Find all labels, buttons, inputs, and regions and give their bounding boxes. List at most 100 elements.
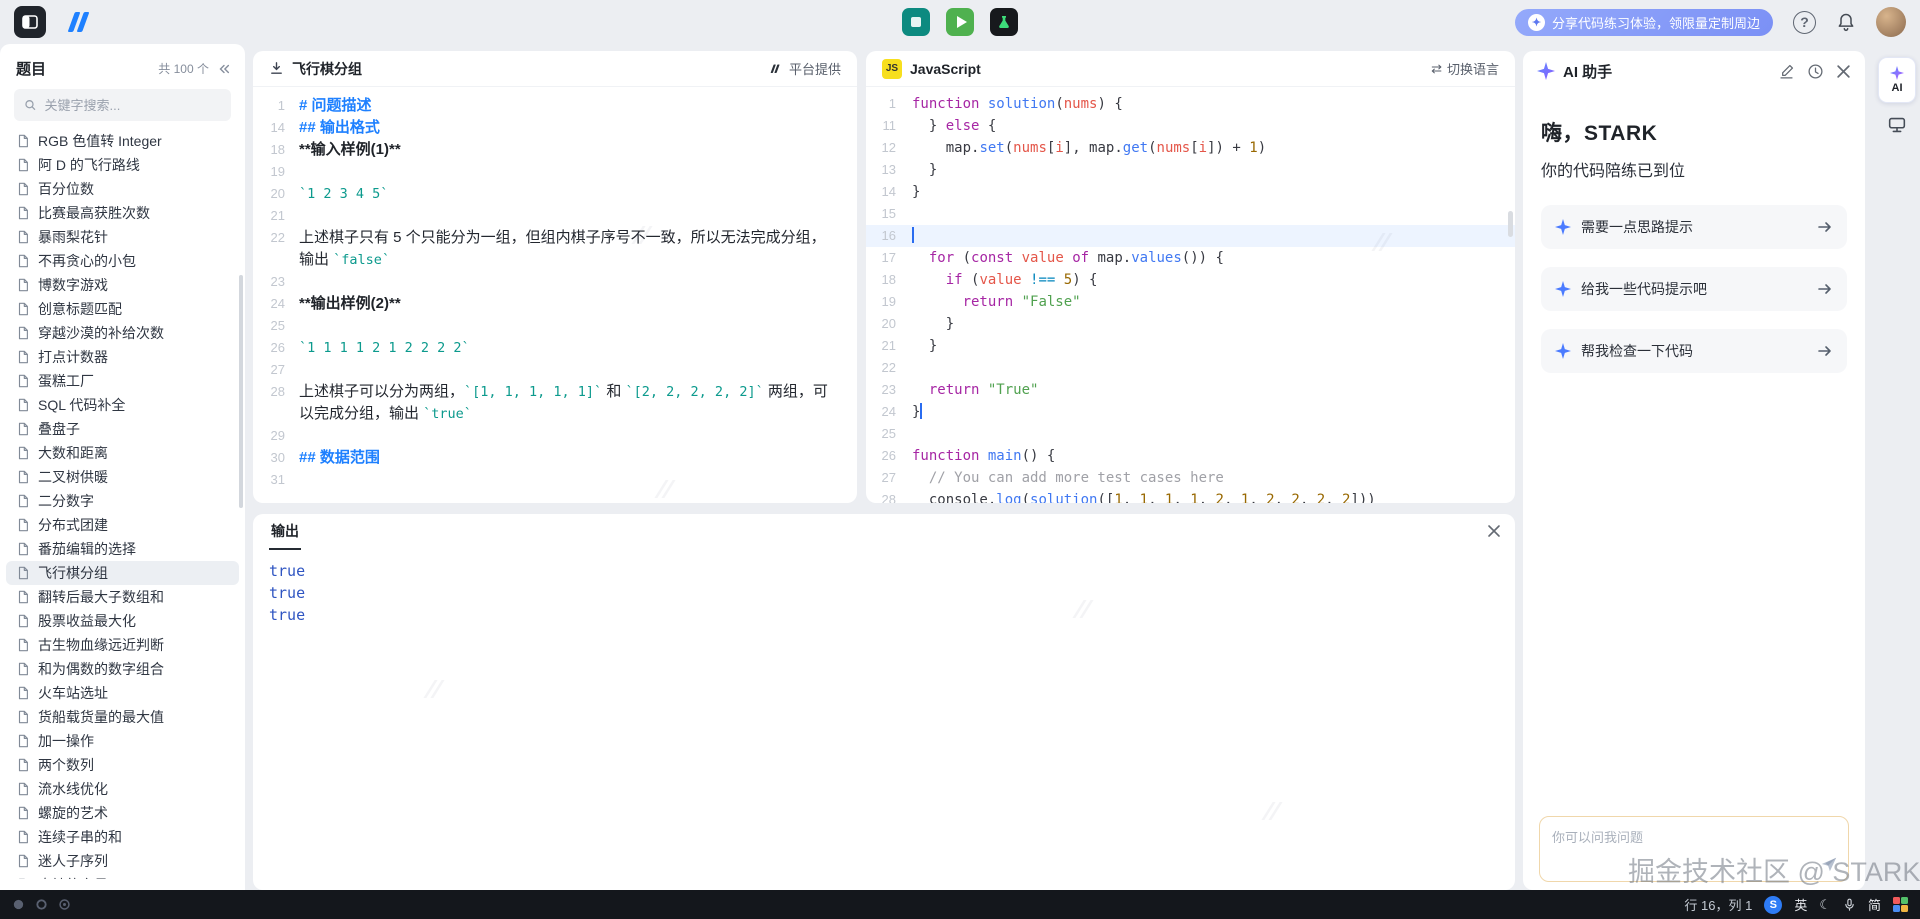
ai-suggestion-card[interactable]: 给我一些代码提示吧	[1541, 267, 1847, 311]
switch-language-button[interactable]: ⇄ 切换语言	[1431, 59, 1499, 78]
problem-sidebar: 题目 共 100 个 RGB 色值转 Integer阿 D 的飞行路线百分位数比…	[0, 44, 245, 890]
arrow-right-icon	[1817, 343, 1833, 359]
new-chat-icon[interactable]	[1778, 63, 1795, 80]
sidebar-item[interactable]: 股票收益最大化	[0, 609, 245, 633]
output-tab[interactable]: 输出	[269, 514, 301, 550]
editor-scrollbar[interactable]	[1508, 211, 1513, 237]
debug-button[interactable]	[990, 8, 1018, 36]
sidebar-scrollbar[interactable]	[239, 275, 243, 508]
sidebar-item[interactable]: 连续子串的和	[0, 825, 245, 849]
moon-icon[interactable]: ☾	[1819, 897, 1831, 913]
code-line: 23 return "True"	[866, 379, 1515, 401]
sidebar-item[interactable]: 蛋糕工厂	[0, 369, 245, 393]
sidebar-item[interactable]: 流水线优化	[0, 777, 245, 801]
sidebar-item-label: 比赛最高获胜次数	[38, 203, 150, 223]
search-input[interactable]	[45, 98, 221, 113]
sidebar-item[interactable]: 番茄编辑的选择	[0, 537, 245, 561]
search-box[interactable]	[14, 89, 231, 121]
sidebar-item[interactable]: 暴雨梨花针	[0, 225, 245, 249]
sidebar-item[interactable]: 古生物血缘远近判断	[0, 633, 245, 657]
document-icon	[16, 302, 30, 316]
ai-suggestion-card[interactable]: 帮我检查一下代码	[1541, 329, 1847, 373]
text-cursor	[912, 227, 914, 243]
collapse-sidebar-icon[interactable]	[217, 62, 231, 76]
run-button[interactable]	[946, 8, 974, 36]
sidebar-item[interactable]: SQL 代码补全	[0, 393, 245, 417]
ai-title: AI 助手	[1563, 61, 1770, 82]
sidebar-item[interactable]: 二分数字	[0, 489, 245, 513]
stop-button[interactable]	[902, 8, 930, 36]
javascript-badge-icon: JS	[882, 59, 902, 79]
line-number: 29	[253, 425, 299, 447]
sidebar-item[interactable]: 火车站选址	[0, 681, 245, 705]
sidebar-item[interactable]: 和为偶数的数字组合	[0, 657, 245, 681]
code-line: 21 }	[866, 335, 1515, 357]
sidebar-item-label: 奇妙的交易	[38, 875, 108, 879]
document-icon	[16, 686, 30, 700]
status-dot-icon[interactable]	[58, 898, 71, 911]
send-icon[interactable]	[1820, 855, 1838, 873]
history-icon[interactable]	[1807, 63, 1824, 80]
sidebar-item[interactable]: 翻转后最大子数组和	[0, 585, 245, 609]
status-indicator-icon[interactable]	[12, 898, 25, 911]
sidebar-item[interactable]: 加一操作	[0, 729, 245, 753]
sidebar-item[interactable]: 博数字游戏	[0, 273, 245, 297]
sidebar-item[interactable]: 货船载货量的最大值	[0, 705, 245, 729]
code-editor-body[interactable]: 1function solution(nums) {11 } else {12 …	[866, 87, 1515, 503]
sidebar-item[interactable]: 飞行棋分组	[6, 561, 239, 585]
line-number: 22	[253, 227, 299, 271]
sidebar-item[interactable]: 大数和距离	[0, 441, 245, 465]
ime-icon[interactable]: S	[1764, 896, 1782, 914]
sidebar-item[interactable]: 叠盘子	[0, 417, 245, 441]
close-output-icon[interactable]	[1487, 524, 1501, 538]
sidebar-item[interactable]: 奇妙的交易	[0, 873, 245, 879]
mic-icon[interactable]	[1843, 898, 1856, 911]
sidebar-item[interactable]: 分布式团建	[0, 513, 245, 537]
sidebar-item-label: 货船载货量的最大值	[38, 707, 164, 727]
line-number: 24	[866, 401, 912, 423]
sidebar-item[interactable]: 两个数列	[0, 753, 245, 777]
sidebar-item[interactable]: 阿 D 的飞行路线	[0, 153, 245, 177]
sidebar-item[interactable]: 穿越沙漠的补给次数	[0, 321, 245, 345]
sidebar-item[interactable]: 打点计数器	[0, 345, 245, 369]
line-number: 27	[866, 467, 912, 489]
promo-banner[interactable]: ✦ 分享代码练习体验，领限量定制周边	[1515, 9, 1773, 36]
sidebar-item[interactable]: 迷人子序列	[0, 849, 245, 873]
sidebar-item[interactable]: 比赛最高获胜次数	[0, 201, 245, 225]
problem-editor-body[interactable]: 1# 问题描述14## 输出格式18**输入样例(1)**1920`1 2 3 …	[253, 87, 857, 491]
user-avatar[interactable]	[1876, 7, 1906, 37]
notifications-button[interactable]	[1836, 12, 1856, 32]
arrow-right-icon	[1817, 219, 1833, 235]
sidebar-item-label: 分布式团建	[38, 515, 108, 535]
ime-simplified-toggle[interactable]: 简	[1868, 895, 1881, 914]
line-number: 21	[866, 335, 912, 357]
close-ai-panel-icon[interactable]	[1836, 64, 1851, 79]
sidebar-item-label: 阿 D 的飞行路线	[38, 155, 140, 175]
status-ring-icon[interactable]	[35, 898, 48, 911]
ai-suggestion-card[interactable]: 需要一点思路提示	[1541, 205, 1847, 249]
sidebar-item[interactable]: 二叉树供暖	[0, 465, 245, 489]
ai-floating-button[interactable]: AI	[1878, 57, 1916, 103]
sidebar-item[interactable]: RGB 色值转 Integer	[0, 129, 245, 153]
sparkle-icon	[1555, 281, 1571, 297]
ai-input-box[interactable]	[1539, 816, 1849, 882]
sidebar-item[interactable]: 螺旋的艺术	[0, 801, 245, 825]
sidebar-item[interactable]: 不再贪心的小包	[0, 249, 245, 273]
juejin-logo[interactable]	[60, 9, 100, 35]
workbench-button[interactable]	[1884, 112, 1910, 138]
cursor-position: 行 16，列 1	[1684, 895, 1752, 914]
status-left-icons	[12, 898, 71, 911]
sidebar-item[interactable]: 创意标题匹配	[0, 297, 245, 321]
help-button[interactable]: ?	[1793, 11, 1816, 34]
sidebar-toggle-button[interactable]	[14, 6, 46, 38]
ime-language-toggle[interactable]: 英	[1794, 895, 1807, 914]
ime-toolbox-icon[interactable]	[1893, 897, 1908, 912]
markdown-line: 23	[253, 271, 857, 293]
bell-icon	[1836, 12, 1856, 32]
sidebar-item-label: 两个数列	[38, 755, 94, 775]
sidebar-item-label: 古生物血缘远近判断	[38, 635, 164, 655]
ai-message-input[interactable]	[1552, 827, 1836, 871]
platform-provided-badge[interactable]: 平台提供	[768, 59, 841, 78]
problem-title: 飞行棋分组	[292, 59, 362, 79]
sidebar-item[interactable]: 百分位数	[0, 177, 245, 201]
